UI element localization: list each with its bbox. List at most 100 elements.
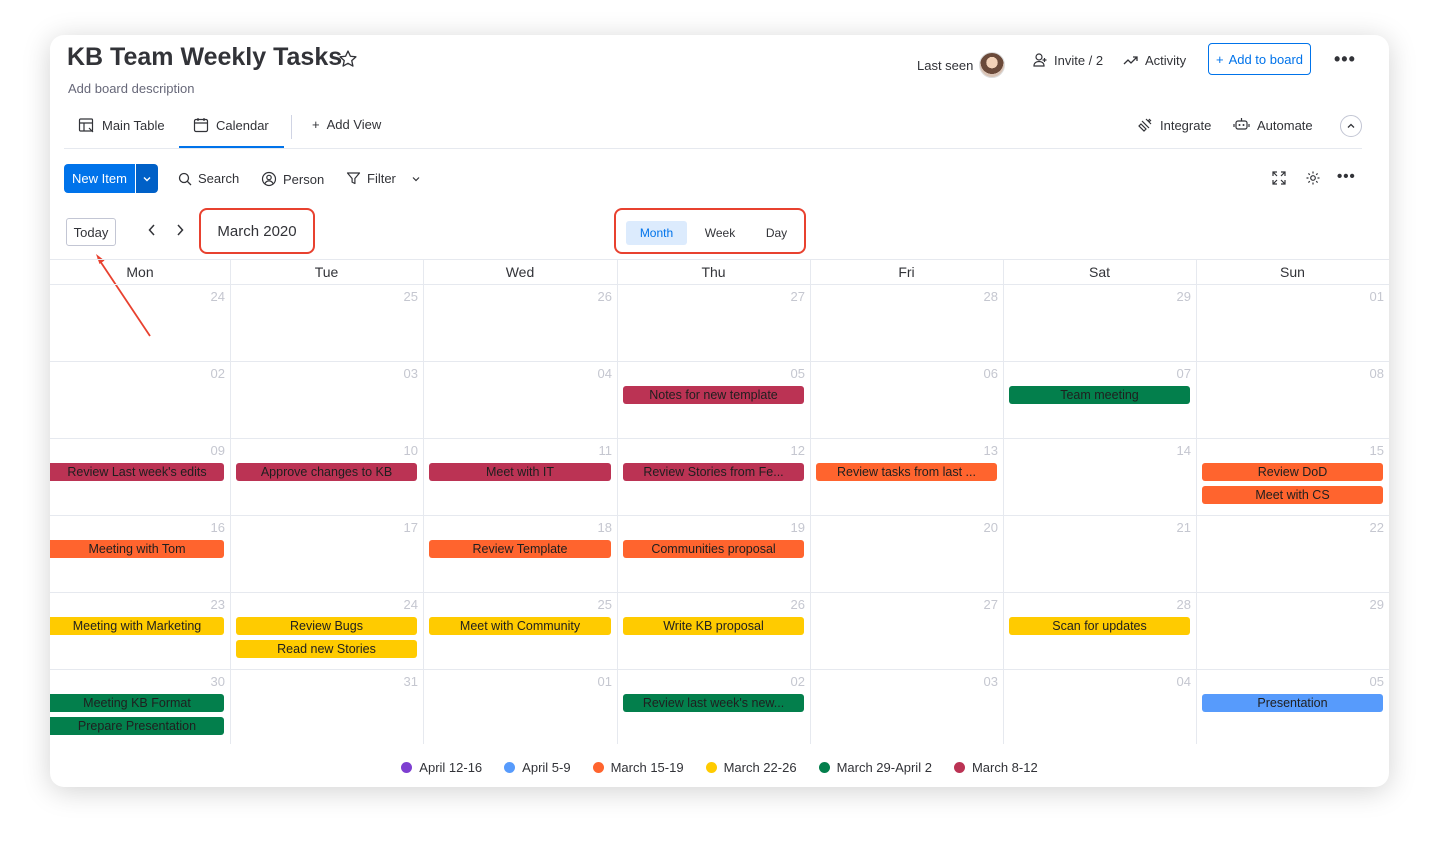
- day-number: 23: [210, 597, 225, 612]
- avatar[interactable]: [979, 52, 1006, 78]
- day-number: 31: [403, 674, 418, 689]
- day-number: 20: [983, 520, 998, 535]
- calendar-event[interactable]: Communities proposal: [623, 540, 804, 558]
- more-options-icon[interactable]: •••: [1334, 49, 1356, 70]
- chevron-down-icon: [143, 176, 151, 181]
- calendar-event[interactable]: Presentation: [1202, 694, 1383, 712]
- chevron-left-icon[interactable]: [146, 223, 158, 242]
- integrate-button[interactable]: Integrate: [1137, 117, 1211, 133]
- calendar-event[interactable]: Meet with Community: [429, 617, 611, 635]
- day-number: 16: [210, 520, 225, 535]
- legend: April 12-16 April 5-9 March 15-19 March 22-…: [50, 760, 1389, 775]
- tab-main-table[interactable]: Main Table: [78, 117, 165, 134]
- tab-calendar[interactable]: Calendar: [193, 117, 269, 133]
- calendar-event[interactable]: Review tasks from last ...: [816, 463, 997, 481]
- new-item-dropdown[interactable]: [135, 164, 158, 193]
- day-number: 12: [790, 443, 805, 458]
- calendar-event[interactable]: Approve changes to KB: [236, 463, 417, 481]
- day-number: 29: [1176, 289, 1191, 304]
- filter-label: Filter: [367, 171, 396, 186]
- calendar-event[interactable]: Meeting KB Format: [50, 694, 224, 712]
- integrate-label: Integrate: [1160, 117, 1212, 133]
- chevron-right-icon[interactable]: [174, 223, 186, 242]
- calendar-event[interactable]: Meeting with Marketing: [50, 617, 224, 635]
- weekday-header: Wed: [505, 263, 535, 280]
- day-number: 27: [790, 289, 805, 304]
- day-number: 04: [597, 366, 612, 381]
- day-number: 22: [1369, 520, 1384, 535]
- legend-label: April 5-9: [522, 760, 571, 775]
- legend-label: April 12-16: [419, 760, 483, 775]
- day-number: 21: [1176, 520, 1191, 535]
- legend-color-dot: [953, 762, 965, 773]
- chevron-up-icon: [1347, 123, 1355, 128]
- automate-button[interactable]: Automate: [1233, 117, 1313, 133]
- board-description[interactable]: Add board description: [68, 81, 194, 96]
- fullscreen-icon[interactable]: [1271, 170, 1287, 186]
- calendar-event[interactable]: Prepare Presentation: [50, 717, 224, 735]
- calendar-event[interactable]: Team meeting: [1009, 386, 1190, 404]
- legend-item: March 29-April 2: [818, 760, 932, 775]
- plus-icon: +: [1215, 51, 1224, 67]
- legend-color-dot: [592, 762, 604, 773]
- filter-button[interactable]: Filter: [346, 171, 422, 186]
- today-button[interactable]: Today: [66, 218, 116, 246]
- weekday-header: Sat: [1088, 263, 1110, 280]
- day-number: 04: [1176, 674, 1191, 689]
- search-button[interactable]: Search: [178, 171, 239, 186]
- last-seen[interactable]: Last seen: [917, 52, 1006, 78]
- calendar-event[interactable]: Scan for updates: [1009, 617, 1190, 635]
- calendar-event[interactable]: Write KB proposal: [623, 617, 804, 635]
- person-filter-button[interactable]: Person: [261, 171, 324, 187]
- view-week-button[interactable]: Week: [695, 221, 745, 245]
- new-item-split-button[interactable]: New Item: [64, 164, 158, 193]
- legend-item: April 12-16: [401, 760, 482, 775]
- table-icon: [78, 118, 94, 133]
- calendar-event[interactable]: Review Stories from Fe...: [623, 463, 804, 481]
- day-number: 17: [403, 520, 418, 535]
- calendar-event[interactable]: Review Bugs: [236, 617, 417, 635]
- current-month-label: March 2020: [199, 208, 315, 254]
- calendar-event[interactable]: Review last week's new...: [623, 694, 804, 712]
- legend-item: March 8-12: [953, 760, 1038, 775]
- invite-button[interactable]: Invite / 2: [1032, 52, 1103, 68]
- chevron-down-icon[interactable]: [410, 173, 422, 185]
- weekday-header: Mon: [126, 263, 154, 280]
- last-seen-label: Last seen: [917, 57, 974, 73]
- calendar-event[interactable]: Review Last week's edits: [50, 463, 224, 481]
- day-number: 08: [1369, 366, 1384, 381]
- view-month-button[interactable]: Month: [626, 221, 687, 245]
- add-view-button[interactable]: + Add View: [312, 117, 381, 132]
- day-number: 30: [210, 674, 225, 689]
- tab-main-table-label: Main Table: [102, 118, 165, 133]
- calendar-event[interactable]: Review DoD: [1202, 463, 1383, 481]
- collapse-header-button[interactable]: [1340, 115, 1362, 137]
- new-item-button[interactable]: New Item: [64, 164, 135, 193]
- day-number: 18: [597, 520, 612, 535]
- add-to-board-label: Add to board: [1228, 51, 1304, 67]
- legend-color-dot: [705, 762, 717, 773]
- view-day-button[interactable]: Day: [753, 221, 800, 245]
- calendar-event[interactable]: Read new Stories: [236, 640, 417, 658]
- more-options-icon[interactable]: •••: [1337, 168, 1356, 185]
- legend-color-dot: [818, 762, 830, 773]
- calendar-event[interactable]: Meeting with Tom: [50, 540, 224, 558]
- star-icon[interactable]: [338, 49, 358, 74]
- plus-icon: +: [312, 117, 320, 132]
- activity-button[interactable]: Activity: [1123, 52, 1186, 68]
- settings-gear-icon[interactable]: [1305, 170, 1321, 186]
- day-number: 28: [1176, 597, 1191, 612]
- calendar-event[interactable]: Meet with CS: [1202, 486, 1383, 504]
- day-number: 03: [983, 674, 998, 689]
- weekday-header: Thu: [701, 263, 726, 280]
- board-title[interactable]: KB Team Weekly Tasks: [67, 43, 342, 72]
- calendar-icon: [193, 118, 209, 133]
- legend-item: March 22-26: [705, 760, 797, 775]
- add-to-board-button[interactable]: + Add to board: [1208, 43, 1311, 75]
- calendar-event[interactable]: Meet with IT: [429, 463, 611, 481]
- calendar-event[interactable]: Notes for new template: [623, 386, 804, 404]
- calendar-event[interactable]: Review Template: [429, 540, 611, 558]
- invite-label: Invite / 2: [1054, 52, 1104, 68]
- day-number: 26: [790, 597, 805, 612]
- day-number: 29: [1369, 597, 1384, 612]
